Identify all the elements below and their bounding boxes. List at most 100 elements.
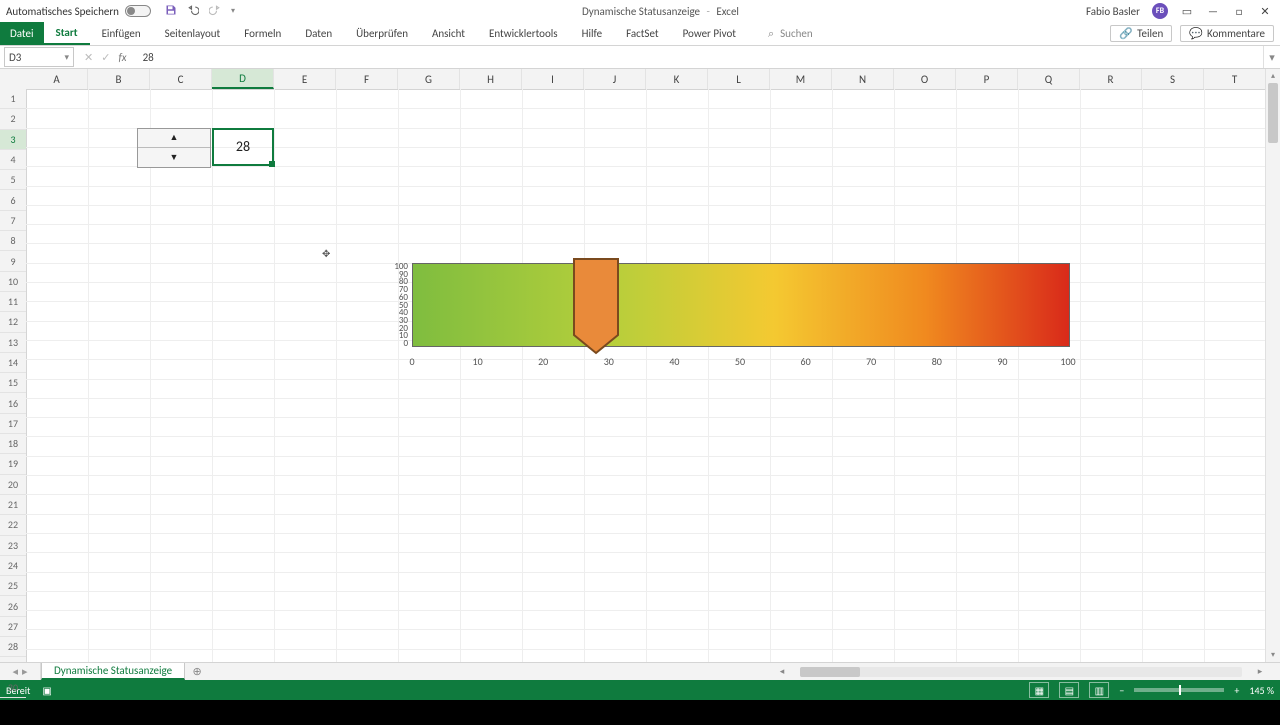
row-header-22[interactable]: 22 xyxy=(0,515,26,535)
zoom-in-button[interactable]: + xyxy=(1234,684,1239,697)
tab-überprüfen[interactable]: Überprüfen xyxy=(344,22,420,45)
maximize-icon[interactable]: □ xyxy=(1232,5,1246,18)
spin-down-button[interactable]: ▼ xyxy=(138,148,210,167)
tab-ansicht[interactable]: Ansicht xyxy=(420,22,477,45)
status-gauge-chart[interactable]: 1009080706050403020100 01020304050607080… xyxy=(362,263,1086,383)
redo-icon[interactable] xyxy=(209,4,221,19)
tab-power pivot[interactable]: Power Pivot xyxy=(671,22,748,45)
tab-hilfe[interactable]: Hilfe xyxy=(570,22,614,45)
save-icon[interactable] xyxy=(165,4,177,19)
horizontal-scrollbar[interactable]: ◂ ▸ xyxy=(776,663,1266,680)
col-header-D[interactable]: D xyxy=(212,69,274,89)
col-header-B[interactable]: B xyxy=(88,69,150,89)
row-header-1[interactable]: 1 xyxy=(0,89,26,109)
col-header-E[interactable]: E xyxy=(274,69,336,89)
enter-icon[interactable]: ✓ xyxy=(101,51,110,64)
tab-start[interactable]: Start xyxy=(44,22,90,45)
row-header-12[interactable]: 12 xyxy=(0,312,26,332)
row-header-19[interactable]: 19 xyxy=(0,454,26,474)
cancel-icon[interactable]: ✕ xyxy=(84,51,93,64)
col-header-F[interactable]: F xyxy=(336,69,398,89)
scroll-right-icon[interactable]: ▸ xyxy=(1254,666,1266,677)
row-header-5[interactable]: 5 xyxy=(0,170,26,190)
sheet-tab-active[interactable]: Dynamische Statusanzeige xyxy=(41,663,185,680)
vertical-scrollbar[interactable]: ▴ ▾ xyxy=(1265,69,1280,662)
view-normal-icon[interactable]: ▦ xyxy=(1029,682,1049,698)
col-header-O[interactable]: O xyxy=(894,69,956,89)
col-header-Q[interactable]: Q xyxy=(1018,69,1080,89)
autosave-toggle[interactable]: Automatisches Speichern xyxy=(0,5,151,18)
col-header-K[interactable]: K xyxy=(646,69,708,89)
col-header-H[interactable]: H xyxy=(460,69,522,89)
row-header-8[interactable]: 8 xyxy=(0,231,26,251)
col-header-R[interactable]: R xyxy=(1080,69,1142,89)
row-header-3[interactable]: 3 xyxy=(0,130,26,150)
col-header-N[interactable]: N xyxy=(832,69,894,89)
macro-record-icon[interactable]: ▣ xyxy=(42,684,51,697)
expand-formula-bar-icon[interactable]: ▾ xyxy=(1263,46,1280,68)
spin-control[interactable]: ▲ ▼ xyxy=(137,128,211,169)
col-header-J[interactable]: J xyxy=(584,69,646,89)
col-header-I[interactable]: I xyxy=(522,69,584,89)
tab-seitenlayout[interactable]: Seitenlayout xyxy=(153,22,233,45)
tab-daten[interactable]: Daten xyxy=(293,22,344,45)
col-header-G[interactable]: G xyxy=(398,69,460,89)
ribbon-display-icon[interactable]: ▭ xyxy=(1180,5,1194,18)
scroll-up-icon[interactable]: ▴ xyxy=(1266,69,1280,83)
row-header-4[interactable]: 4 xyxy=(0,150,26,170)
col-header-M[interactable]: M xyxy=(770,69,832,89)
view-pagebreak-icon[interactable]: ▥ xyxy=(1089,682,1109,698)
select-all-button[interactable] xyxy=(0,69,27,90)
comments-button[interactable]: 💬 Kommentare xyxy=(1180,25,1274,42)
zoom-out-button[interactable]: − xyxy=(1119,684,1124,697)
row-header-30[interactable]: 30 xyxy=(0,678,26,698)
scroll-down-icon[interactable]: ▾ xyxy=(1266,648,1280,662)
row-header-14[interactable]: 14 xyxy=(0,353,26,373)
tab-formeln[interactable]: Formeln xyxy=(232,22,293,45)
tab-entwicklertools[interactable]: Entwicklertools xyxy=(477,22,570,45)
row-header-16[interactable]: 16 xyxy=(0,393,26,413)
spin-up-button[interactable]: ▲ xyxy=(138,129,210,149)
row-header-20[interactable]: 20 xyxy=(0,475,26,495)
view-pagelayout-icon[interactable]: ▤ xyxy=(1059,682,1079,698)
tab-einfügen[interactable]: Einfügen xyxy=(90,22,153,45)
row-headers[interactable]: 1234567891011121314151617181920212223242… xyxy=(0,89,27,662)
row-header-27[interactable]: 27 xyxy=(0,617,26,637)
row-header-13[interactable]: 13 xyxy=(0,333,26,353)
row-header-2[interactable]: 2 xyxy=(0,109,26,129)
name-box[interactable]: D3 ▾ xyxy=(4,47,74,67)
zoom-slider[interactable] xyxy=(1134,688,1224,692)
spreadsheet-grid[interactable]: ABCDEFGHIJKLMNOPQRST 1234567891011121314… xyxy=(0,69,1280,662)
row-header-10[interactable]: 10 xyxy=(0,272,26,292)
sheet-nav[interactable]: ◂ ▸ xyxy=(0,663,41,680)
avatar[interactable]: FB xyxy=(1152,3,1168,19)
undo-icon[interactable] xyxy=(187,4,199,19)
col-header-S[interactable]: S xyxy=(1142,69,1204,89)
row-header-23[interactable]: 23 xyxy=(0,536,26,556)
column-headers[interactable]: ABCDEFGHIJKLMNOPQRST xyxy=(26,69,1266,90)
user-name[interactable]: Fabio Basler xyxy=(1086,5,1140,18)
scroll-left-icon[interactable]: ◂ xyxy=(776,666,788,677)
add-sheet-button[interactable]: ⊕ xyxy=(185,663,209,680)
col-header-P[interactable]: P xyxy=(956,69,1018,89)
col-header-A[interactable]: A xyxy=(26,69,88,89)
row-header-17[interactable]: 17 xyxy=(0,414,26,434)
cells-area[interactable]: ▲ ▼ 28 ✥ 1009080706050403020100 01020304… xyxy=(26,89,1266,662)
col-header-C[interactable]: C xyxy=(150,69,212,89)
row-header-6[interactable]: 6 xyxy=(0,190,26,210)
close-icon[interactable]: ✕ xyxy=(1258,5,1272,18)
row-header-7[interactable]: 7 xyxy=(0,211,26,231)
row-header-15[interactable]: 15 xyxy=(0,373,26,393)
row-header-9[interactable]: 9 xyxy=(0,251,26,271)
row-header-11[interactable]: 11 xyxy=(0,292,26,312)
row-header-28[interactable]: 28 xyxy=(0,637,26,657)
active-cell[interactable]: 28 xyxy=(212,128,274,167)
fx-icon[interactable]: fx xyxy=(118,51,126,64)
tab-file[interactable]: Datei xyxy=(0,22,44,45)
tab-factset[interactable]: FactSet xyxy=(614,22,671,45)
formula-input[interactable]: 28 xyxy=(137,51,1263,64)
row-header-25[interactable]: 25 xyxy=(0,576,26,596)
row-header-21[interactable]: 21 xyxy=(0,495,26,515)
col-header-T[interactable]: T xyxy=(1204,69,1266,89)
search-box[interactable]: ⌕ Suchen xyxy=(768,22,813,45)
